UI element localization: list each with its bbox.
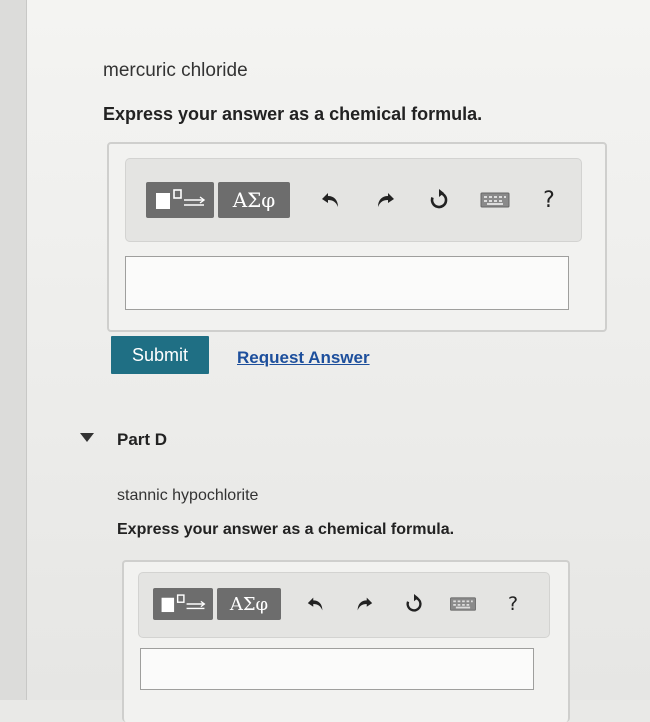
undo-icon	[307, 597, 323, 611]
redo-button[interactable]	[370, 185, 400, 215]
part-d-toolbar: ΑΣφ ?	[138, 572, 550, 638]
redo-button-d[interactable]	[351, 590, 377, 618]
help-icon: ?	[543, 187, 555, 213]
help-button[interactable]: ?	[536, 183, 562, 217]
left-sidebar	[0, 0, 27, 700]
keyboard-button-d[interactable]	[447, 590, 479, 618]
templates-button-d[interactable]	[153, 588, 213, 620]
part-d-title[interactable]: Part D	[117, 430, 167, 450]
help-icon: ?	[507, 593, 519, 615]
part-d-answer-panel: ΑΣφ ?	[122, 560, 570, 722]
submit-button[interactable]: Submit	[111, 336, 209, 374]
part-d-instruction: Express your answer as a chemical formul…	[117, 521, 455, 538]
templates-button[interactable]	[146, 182, 214, 218]
reset-button[interactable]	[424, 185, 454, 215]
keyboard-icon	[480, 192, 510, 208]
page: mercuric chloride Express your answer as…	[0, 0, 650, 722]
part-c-instruction: Express your answer as a chemical formul…	[103, 104, 483, 124]
redo-icon	[357, 597, 373, 611]
part-d-answer-input[interactable]	[140, 648, 534, 690]
part-c-compound: mercuric chloride	[103, 60, 248, 81]
collapse-caret-icon[interactable]	[80, 433, 94, 442]
keyboard-icon	[450, 597, 476, 611]
reset-icon	[430, 189, 448, 209]
reset-icon	[406, 594, 422, 612]
templates-icon	[161, 594, 206, 613]
request-answer-link[interactable]: Request Answer	[237, 348, 370, 368]
part-c-answer-panel: ΑΣφ ?	[107, 142, 607, 332]
part-d-compound: stannic hypochlorite	[117, 487, 259, 504]
undo-button-d[interactable]	[303, 590, 329, 618]
keyboard-button[interactable]	[478, 185, 512, 215]
undo-button[interactable]	[316, 185, 346, 215]
redo-icon	[378, 193, 394, 207]
greek-symbols-button-d[interactable]: ΑΣφ	[217, 588, 281, 620]
part-c-toolbar: ΑΣφ ?	[125, 158, 582, 242]
templates-icon	[156, 189, 206, 209]
help-button-d[interactable]: ?	[501, 588, 525, 620]
undo-icon	[322, 193, 338, 207]
part-c-answer-input[interactable]	[125, 256, 569, 310]
greek-symbols-button[interactable]: ΑΣφ	[218, 182, 290, 218]
reset-button-d[interactable]	[401, 590, 427, 618]
